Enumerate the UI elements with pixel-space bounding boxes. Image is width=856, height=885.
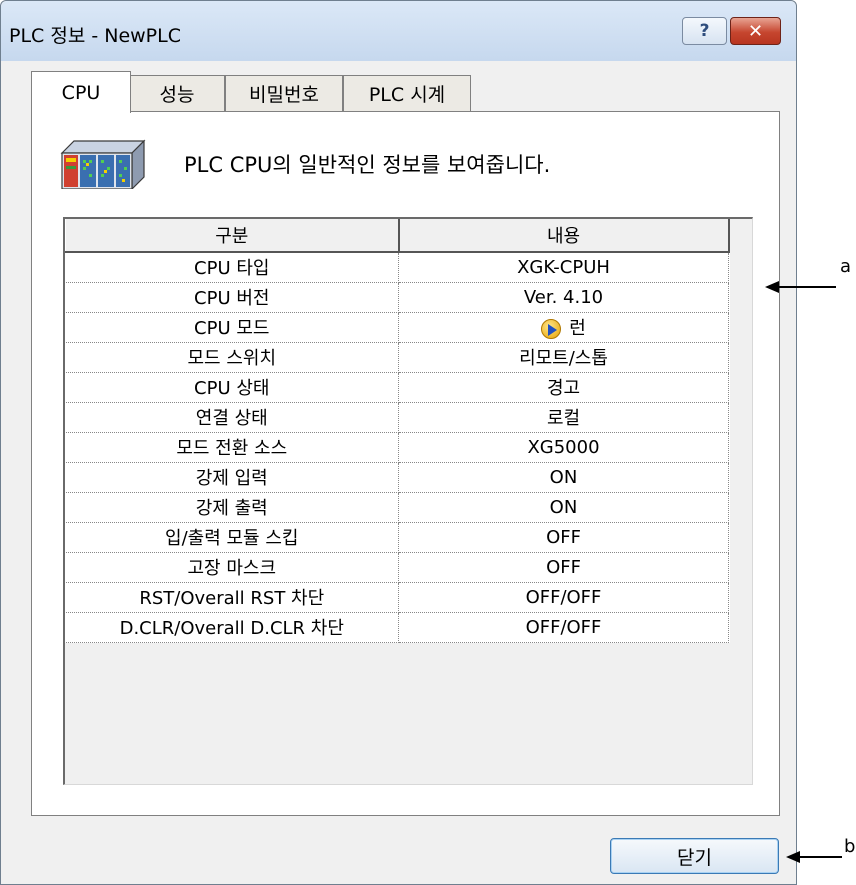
row-label: 입/출력 모듈 스킵 xyxy=(65,522,399,553)
row-value: ON xyxy=(398,462,729,493)
row-label: RST/Overall RST 차단 xyxy=(65,582,399,613)
callout-label-a: a xyxy=(840,256,852,277)
callout-line-a xyxy=(777,286,836,288)
row-value: OFF xyxy=(398,552,729,583)
arrow-left-icon xyxy=(786,851,800,863)
row-value: OFF/OFF xyxy=(398,582,729,613)
title-bar[interactable]: PLC 정보 - NewPLC ? ✕ xyxy=(1,1,796,61)
table-row[interactable]: 고장 마스크 OFF xyxy=(65,552,729,583)
tab-label: 비밀번호 xyxy=(249,84,319,106)
table-row[interactable]: D.CLR/Overall D.CLR 차단 OFF/OFF xyxy=(65,612,729,643)
plc-info-dialog: PLC 정보 - NewPLC ? ✕ CPU 성능 비밀번호 PLC 시계 P… xyxy=(0,0,797,885)
cpu-info-table: 구분 내용 CPU 타입 XGK-CPUH CPU 버전 Ver. 4.10 C… xyxy=(65,219,730,643)
run-play-icon xyxy=(541,319,562,339)
callout-label-b: b xyxy=(844,836,856,857)
row-label: 모드 스위치 xyxy=(65,342,399,373)
table-row[interactable]: RST/Overall RST 차단 OFF/OFF xyxy=(65,582,729,613)
row-label: CPU 상태 xyxy=(65,372,399,403)
row-value: XG5000 xyxy=(398,432,729,463)
help-icon: ? xyxy=(699,21,710,41)
table-row[interactable]: CPU 버전 Ver. 4.10 xyxy=(65,282,729,313)
row-label: CPU 타입 xyxy=(65,252,399,283)
row-label: CPU 모드 xyxy=(65,312,399,343)
row-value: 로컬 xyxy=(398,402,729,433)
row-value: Ver. 4.10 xyxy=(398,282,729,313)
table-row[interactable]: 모드 스위치 리모트/스톱 xyxy=(65,342,729,373)
column-header-category[interactable]: 구분 xyxy=(65,219,400,253)
tab-performance[interactable]: 성능 xyxy=(129,75,225,111)
row-label: D.CLR/Overall D.CLR 차단 xyxy=(65,612,399,643)
column-header-content[interactable]: 내용 xyxy=(398,219,730,253)
help-button[interactable]: ? xyxy=(682,17,727,45)
row-label: 연결 상태 xyxy=(65,402,399,433)
table-row[interactable]: 강제 출력 ON xyxy=(65,492,729,523)
row-value: ON xyxy=(398,492,729,523)
row-label: 고장 마스크 xyxy=(65,552,399,583)
close-icon: ✕ xyxy=(747,20,764,42)
arrow-left-icon xyxy=(765,281,779,293)
tab-label: CPU xyxy=(61,81,101,104)
table-row[interactable]: 연결 상태 로컬 xyxy=(65,402,729,433)
callout-line-b xyxy=(798,856,842,858)
row-label: 강제 출력 xyxy=(65,492,399,523)
table-row[interactable]: 모드 전환 소스 XG5000 xyxy=(65,432,729,463)
tab-label: 성능 xyxy=(159,84,195,106)
row-value: 리모트/스톱 xyxy=(398,342,729,373)
tab-cpu[interactable]: CPU xyxy=(31,71,131,113)
table-header-row: 구분 내용 xyxy=(65,219,730,253)
panel-description: PLC CPU의 일반적인 정보를 보여줍니다. xyxy=(184,153,551,177)
close-button[interactable]: 닫기 xyxy=(610,838,779,874)
row-label: CPU 버전 xyxy=(65,282,399,313)
cpu-info-table-container[interactable]: 구분 내용 CPU 타입 XGK-CPUH CPU 버전 Ver. 4.10 C… xyxy=(63,217,753,785)
row-value: XGK-CPUH xyxy=(398,252,729,283)
table-row[interactable]: CPU 모드 런 xyxy=(65,312,729,343)
plc-cpu-icon xyxy=(60,139,146,189)
table-row[interactable]: 입/출력 모듈 스킵 OFF xyxy=(65,522,729,553)
row-value-mode: 런 xyxy=(398,312,729,343)
tab-label: PLC 시계 xyxy=(368,84,446,106)
tab-plc-clock[interactable]: PLC 시계 xyxy=(343,75,471,111)
row-value: OFF xyxy=(398,522,729,553)
table-row[interactable]: CPU 상태 경고 xyxy=(65,372,729,403)
tab-password[interactable]: 비밀번호 xyxy=(225,75,343,111)
row-label: 강제 입력 xyxy=(65,462,399,493)
table-row[interactable]: 강제 입력 ON xyxy=(65,462,729,493)
window-title: PLC 정보 - NewPLC xyxy=(9,25,181,47)
row-value: 경고 xyxy=(398,372,729,403)
row-label: 모드 전환 소스 xyxy=(65,432,399,463)
cpu-mode-value: 런 xyxy=(569,318,586,339)
window-close-button[interactable]: ✕ xyxy=(730,17,781,45)
row-value: OFF/OFF xyxy=(398,612,729,643)
table-row[interactable]: CPU 타입 XGK-CPUH xyxy=(65,252,729,283)
